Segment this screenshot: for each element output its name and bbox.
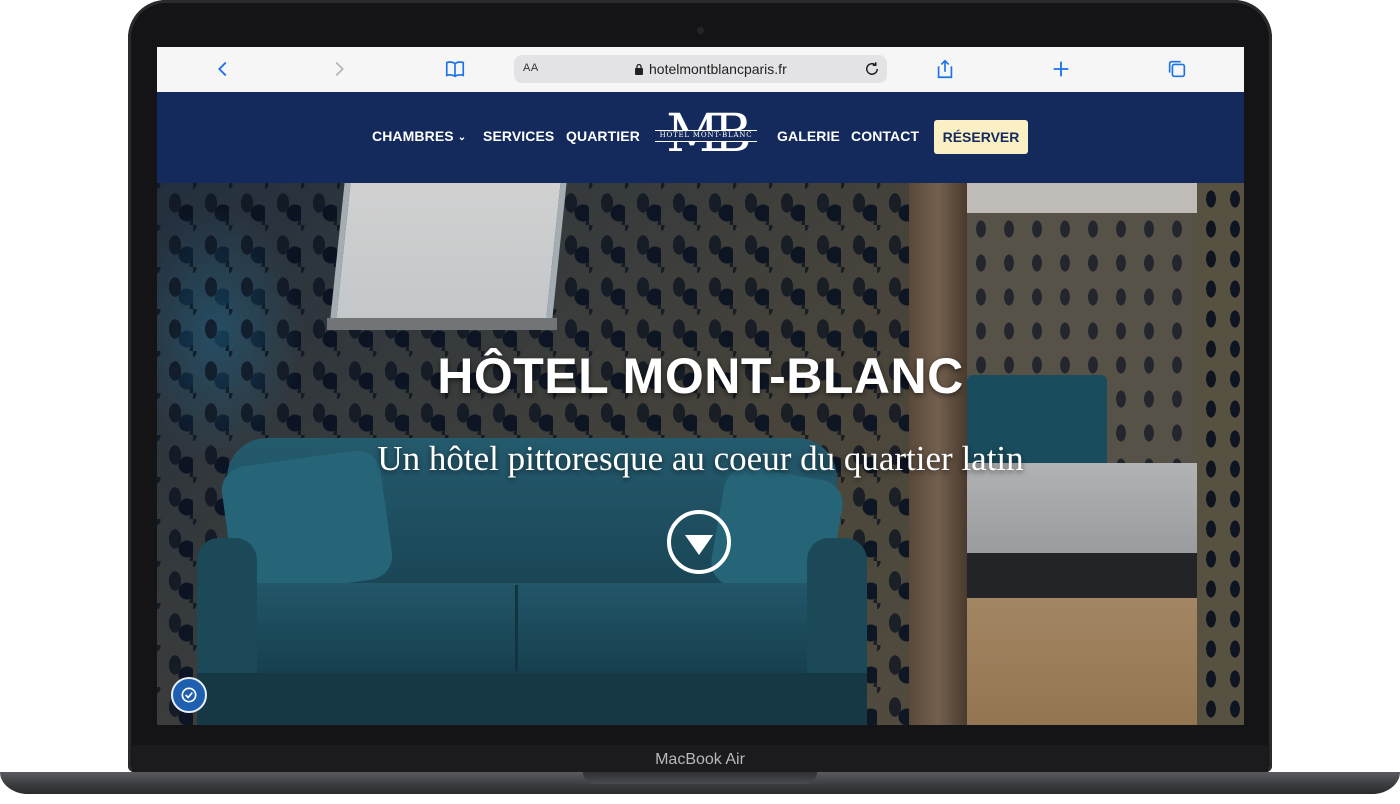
chevron-down-icon: ⌄ xyxy=(457,132,467,143)
accessibility-button[interactable] xyxy=(171,677,207,713)
browser-toolbar: AA hotelmontblancparis.fr xyxy=(157,47,1244,93)
share-icon[interactable] xyxy=(933,57,957,81)
down-arrow-circle-icon xyxy=(685,535,713,555)
nav-item-chambres[interactable]: CHAMBRES ⌄ xyxy=(372,128,466,144)
url-text: hotelmontblancparis.fr xyxy=(649,61,787,77)
hero-section: HÔTEL MONT-BLANC Un hôtel pittoresque au… xyxy=(157,183,1244,725)
reserve-button[interactable]: RÉSERVER xyxy=(934,120,1028,154)
forward-icon[interactable] xyxy=(327,57,351,81)
hero-title: HÔTEL MONT-BLANC xyxy=(437,348,964,404)
nav-item-contact[interactable]: CONTACT xyxy=(851,128,919,144)
accessibility-icon xyxy=(181,687,197,703)
nav-item-galerie[interactable]: GALERIE xyxy=(777,128,840,144)
reload-icon[interactable] xyxy=(863,60,881,78)
camera xyxy=(697,27,704,34)
tabs-overview-icon[interactable] xyxy=(1165,57,1189,81)
laptop-screen: AA hotelmontblancparis.fr CHAMBRES ⌄ SERV… xyxy=(157,47,1244,725)
nav-item-services[interactable]: SERVICES xyxy=(483,128,554,144)
hotel-logo[interactable]: MB HOTEL MONT-BLANC xyxy=(652,104,760,164)
address-bar[interactable]: AA hotelmontblancparis.fr xyxy=(514,55,887,83)
scroll-down-button[interactable] xyxy=(667,510,731,574)
hero-subtitle: Un hôtel pittoresque au coeur du quartie… xyxy=(377,439,1024,478)
device-model-label: MacBook Air xyxy=(655,751,745,768)
lock-icon xyxy=(635,63,643,75)
logo-subtitle: HOTEL MONT-BLANC xyxy=(659,131,753,139)
new-tab-icon[interactable] xyxy=(1049,57,1073,81)
laptop-opening-notch xyxy=(583,772,817,784)
text-size-button[interactable]: AA xyxy=(523,62,539,74)
back-icon[interactable] xyxy=(211,57,235,81)
bookmarks-icon[interactable] xyxy=(443,57,467,81)
url-display[interactable]: hotelmontblancparis.fr xyxy=(634,61,787,77)
nav-item-quartier[interactable]: QUARTIER xyxy=(566,128,640,144)
site-navigation: CHAMBRES⌄ SERVICES QUARTIER MB HOTEL MON… xyxy=(157,92,1244,183)
